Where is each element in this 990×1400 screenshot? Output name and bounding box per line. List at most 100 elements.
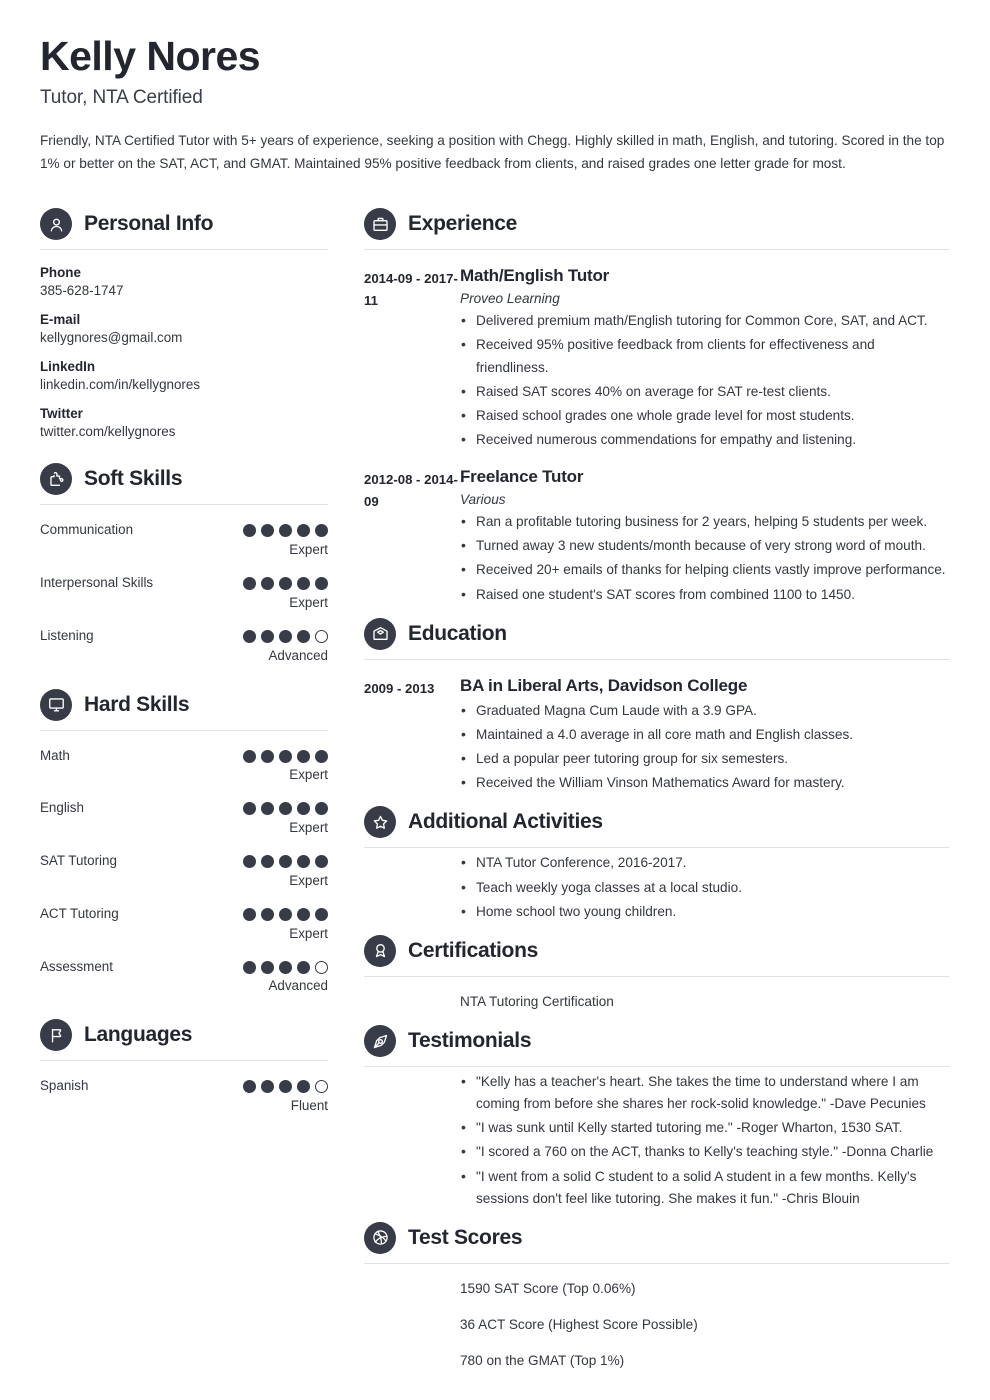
ball-icon xyxy=(364,1221,396,1254)
section-header: Personal Info xyxy=(40,198,328,241)
candidate-name: Kelly Nores xyxy=(40,33,261,79)
info-value-email[interactable]: kellygnores@gmail.com xyxy=(40,330,328,345)
list-item: SAT Tutoring Expert xyxy=(40,851,328,888)
section-divider xyxy=(40,729,328,731)
sidebar-column: Personal Info Phone 385-628-1747 E-mail … xyxy=(40,198,328,1129)
list-item: Ran a profitable tutoring business for 2… xyxy=(460,510,950,533)
skill-level: Expert xyxy=(289,925,328,941)
list-item: LinkedIn linkedin.com/in/kellygnores xyxy=(40,359,328,392)
rating-dots xyxy=(243,1076,328,1094)
list-item: Received 20+ emails of thanks for helpin… xyxy=(460,558,950,581)
info-value-linkedin[interactable]: linkedin.com/in/kellygnores xyxy=(40,377,328,392)
list-item: Listening Advanced xyxy=(40,626,328,663)
entry-title: Freelance Tutor xyxy=(460,467,584,487)
testimonials-list: "Kelly has a teacher's heart. She takes … xyxy=(460,1070,950,1210)
list-item: NTA Tutor Conference, 2016-2017. xyxy=(460,851,950,874)
rating-dots xyxy=(243,851,328,869)
language-name: Spanish xyxy=(40,1078,89,1094)
info-label: E-mail xyxy=(40,312,81,328)
skill-level: Expert xyxy=(289,872,328,888)
soft-skills-list: Communication Expert Interpersonal Skill… xyxy=(40,520,328,663)
list-item: Raised SAT scores 40% on average for SAT… xyxy=(460,380,950,403)
section-header: Education xyxy=(364,608,950,650)
info-value-phone: 385-628-1747 xyxy=(40,283,124,299)
resume-header: Kelly Nores Tutor, NTA Certified Friendl… xyxy=(40,34,950,176)
list-item: Home school two young children. xyxy=(460,900,950,923)
candidate-job-title: Tutor, NTA Certified xyxy=(40,87,203,109)
section-header: Certifications xyxy=(364,925,950,967)
graduation-cap-icon xyxy=(364,617,396,650)
section-header: Soft Skills xyxy=(40,453,328,496)
section-divider xyxy=(364,1262,950,1264)
section-title: Additional Activities xyxy=(408,810,603,834)
section-divider xyxy=(364,975,950,977)
section-divider xyxy=(40,1060,328,1062)
flag-icon xyxy=(40,1019,72,1052)
section-title: Certifications xyxy=(408,938,538,962)
section-divider xyxy=(364,249,950,251)
list-item: Spanish Fluent xyxy=(40,1076,328,1113)
skill-level: Expert xyxy=(289,820,328,836)
info-value-twitter[interactable]: twitter.com/kellygnores xyxy=(40,424,328,439)
section-divider xyxy=(40,249,328,251)
section-personal-info: Personal Info Phone 385-628-1747 E-mail … xyxy=(40,198,328,439)
entry-title: Math/English Tutor xyxy=(460,266,610,286)
puzzle-piece-icon xyxy=(40,463,72,496)
section-header: Hard Skills xyxy=(40,679,328,721)
skill-name: ACT Tutoring xyxy=(40,905,119,921)
rating-dots xyxy=(243,904,328,921)
rating-dots xyxy=(243,798,328,816)
section-title: Testimonials xyxy=(408,1029,532,1053)
section-soft-skills: Soft Skills Communication Expert Interpe… xyxy=(40,453,328,663)
list-item: Twitter twitter.com/kellygnores xyxy=(40,406,328,439)
list-item: 36 ACT Score (Highest Score Possible) xyxy=(460,1317,698,1333)
list-item: Graduated Magna Cum Laude with a 3.9 GPA… xyxy=(460,699,950,722)
entry-date: 2012-08 - 2014-09 xyxy=(364,472,458,510)
entry-title: BA in Liberal Arts, Davidson College xyxy=(460,675,748,695)
entry-bullets: Graduated Magna Cum Laude with a 3.9 GPA… xyxy=(460,699,950,795)
section-divider xyxy=(364,658,950,660)
entry-date: 2009 - 2013 xyxy=(364,680,435,696)
list-item: Delivered premium math/English tutoring … xyxy=(460,309,950,332)
section-title: Hard Skills xyxy=(84,692,190,716)
section-header: Experience xyxy=(364,198,950,241)
monitor-icon xyxy=(40,688,72,721)
main-column: Experience 2014-09 - 2017-11 Math/Englis… xyxy=(364,198,950,1374)
list-item: "Kelly has a teacher's heart. She takes … xyxy=(460,1070,950,1115)
list-item: Received the William Vinson Mathematics … xyxy=(460,771,950,794)
section-divider xyxy=(364,1066,950,1068)
section-experience: Experience 2014-09 - 2017-11 Math/Englis… xyxy=(364,198,950,606)
entry-bullets: Ran a profitable tutoring business for 2… xyxy=(460,510,950,606)
list-item: Received numerous commendations for empa… xyxy=(460,428,950,451)
rating-dots xyxy=(243,746,328,763)
section-title: Experience xyxy=(408,212,518,236)
skill-name: Interpersonal Skills xyxy=(40,574,154,590)
certifications-list: NTA Tutoring Certification xyxy=(460,991,950,1013)
section-title: Soft Skills xyxy=(84,467,183,491)
section-additional-activities: Additional Activities NTA Tutor Conferen… xyxy=(364,796,950,923)
skill-name: Listening xyxy=(40,627,94,643)
section-title: Personal Info xyxy=(84,212,214,236)
language-level: Fluent xyxy=(290,1098,328,1114)
skill-level: Expert xyxy=(289,767,328,783)
list-item: "I went from a solid C student to a soli… xyxy=(460,1165,950,1210)
skill-name: SAT Tutoring xyxy=(40,853,117,869)
list-item: 780 on the GMAT (Top 1%) xyxy=(460,1353,625,1369)
education-entry: 2009 - 2013 BA in Liberal Arts, Davidson… xyxy=(364,676,950,795)
list-item: E-mail kellygnores@gmail.com xyxy=(40,312,328,345)
skill-level: Advanced xyxy=(268,647,328,663)
list-item: ACT Tutoring Expert xyxy=(40,904,328,941)
section-hard-skills: Hard Skills Math Expert English Expert S… xyxy=(40,679,328,993)
list-item: Phone 385-628-1747 xyxy=(40,265,328,298)
languages-list: Spanish Fluent xyxy=(40,1076,328,1113)
rating-dots xyxy=(243,626,328,643)
additional-activities-list: NTA Tutor Conference, 2016-2017. Teach w… xyxy=(460,851,950,923)
professional-summary: Friendly, NTA Certified Tutor with 5+ ye… xyxy=(40,133,945,172)
section-header: Additional Activities xyxy=(364,796,950,839)
list-item: Communication Expert xyxy=(40,520,328,557)
section-divider xyxy=(40,504,328,506)
list-item: Led a popular peer tutoring group for si… xyxy=(460,747,950,770)
list-item: Turned away 3 new students/month because… xyxy=(460,534,950,557)
info-label: LinkedIn xyxy=(40,359,96,375)
section-header: Testimonials xyxy=(364,1015,950,1058)
